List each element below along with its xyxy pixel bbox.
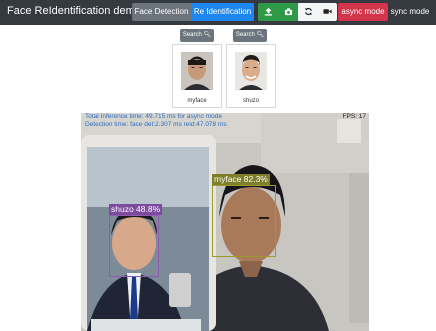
gallery-name: myface [187, 98, 207, 104]
async-mode-button[interactable]: async mode [338, 3, 388, 21]
search-icon: 🔍︎ [203, 32, 212, 38]
video-icon [322, 9, 332, 14]
search-label: Search [235, 32, 255, 38]
search-button[interactable]: Search 🔍︎ [233, 29, 267, 42]
app-title: Face ReIdentification demo [7, 5, 141, 17]
search-button[interactable]: Search 🔍︎ [180, 29, 214, 42]
camera-icon [284, 8, 292, 16]
video-stream: Total Inference time: 49.715 ms for asyn… [81, 113, 369, 331]
inference-time-text: Total Inference time: 49.715 ms for asyn… [85, 113, 222, 120]
detection-time-text: Detection time: face det:2.307 ms reid:4… [85, 121, 227, 128]
fps-counter: FPS: 17 [342, 113, 366, 120]
face-detection-button[interactable]: Face Detection [132, 3, 191, 21]
search-label: Search [182, 32, 202, 38]
detection-label: shuzo 48.8% [109, 204, 163, 215]
detection-box [212, 185, 276, 257]
detection-label: myface 82.3% [212, 174, 270, 185]
sync-mode-button[interactable]: sync mode [388, 3, 432, 21]
upload-icon [264, 7, 272, 16]
re-identification-button[interactable]: Re Identification [191, 3, 254, 21]
refresh-icon [304, 7, 312, 16]
refresh-button[interactable] [298, 3, 318, 21]
search-icon: 🔍︎ [256, 32, 265, 38]
upload-button[interactable] [258, 3, 278, 21]
video-button[interactable] [317, 3, 337, 21]
face-thumbnail [235, 52, 267, 90]
detection-box [109, 215, 159, 277]
camera-button[interactable] [278, 3, 298, 21]
gallery-name: shuzo [242, 98, 259, 104]
gallery-card[interactable]: shuzo [226, 44, 276, 108]
top-navbar: Face ReIdentification demo Face Detectio… [0, 0, 436, 25]
face-thumbnail [181, 52, 213, 90]
gallery-card[interactable]: myface [172, 44, 222, 108]
